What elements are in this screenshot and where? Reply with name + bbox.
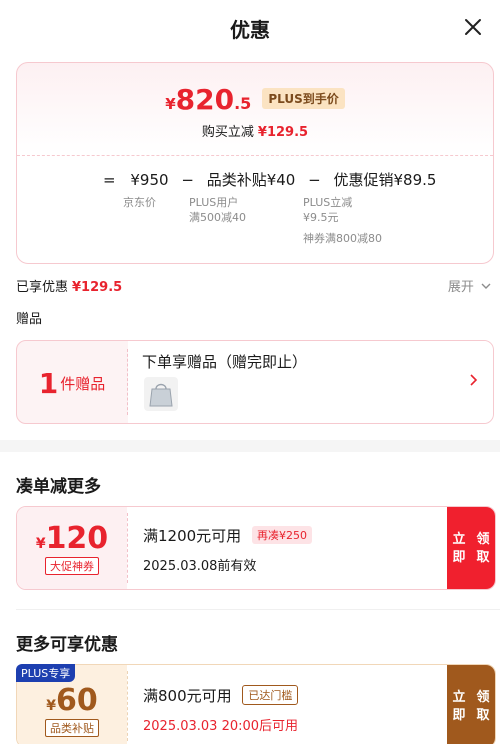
item2-sub-line1: PLUS用户 <box>189 196 239 209</box>
coupon-120-badge: 再凑¥250 <box>251 526 312 544</box>
final-price-currency: ¥ <box>165 95 176 113</box>
coupon-120-condition-text: 满1200元可用 <box>143 527 242 545</box>
coupon-card-120: ¥120 大促神券 满1200元可用 再凑¥250 2025.03.08前有效 … <box>16 506 496 590</box>
item3-sub-line2: ¥9.5元 <box>303 211 339 224</box>
section-divider <box>16 609 500 610</box>
coupon-120-condition: 满1200元可用 再凑¥250 <box>143 525 312 546</box>
formula-minus-1: − <box>181 171 194 189</box>
instant-discount-value: ¥129.5 <box>257 125 309 140</box>
item2-sub-line2: 满500减40 <box>189 211 246 224</box>
formula-equals: = <box>103 171 116 189</box>
coupon-60-value: 60 <box>56 683 98 718</box>
formula-item3: 优惠促销¥89.5 <box>333 169 436 190</box>
plus-exclusive-tag: PLUS专享 <box>16 664 76 682</box>
price-breakdown-card: ¥820.5 PLUS到手价 购买立减 ¥129.5 = ¥950 − 品类补贴¥… <box>16 62 494 264</box>
formula-item2-value: ¥40 <box>266 171 296 189</box>
gift-card[interactable]: 1 件赠品 下单享赠品（赠完即止） <box>16 340 494 424</box>
coupon-120-divider <box>127 513 128 583</box>
coupon-60-amount: ¥60 <box>17 683 127 718</box>
instant-discount-row: 购买立减 ¥129.5 <box>17 121 493 140</box>
plus-price-badge: PLUS到手价 <box>262 88 345 109</box>
gift-bag-thumbnail <box>144 377 178 411</box>
dashed-divider <box>17 155 493 156</box>
formula-item3-label: 优惠促销 <box>333 171 394 189</box>
gift-section-label: 赠品 <box>16 312 43 327</box>
coupon-120-date: 2025.03.08前有效 <box>143 559 257 574</box>
panel-header: 优惠 <box>0 0 500 56</box>
claim-button-120[interactable]: 立即 领取 <box>447 507 495 589</box>
close-icon[interactable] <box>460 14 486 40</box>
gift-count-unit: 件赠品 <box>60 374 106 393</box>
coupon-120-tag: 大促神券 <box>45 557 99 575</box>
item2-sub: PLUS用户 满500减40 <box>189 195 246 225</box>
final-price-decimal: .5 <box>234 94 252 113</box>
expand-toggle[interactable]: 展开 <box>448 276 492 295</box>
coupon-60-condition-text: 满800元可用 <box>143 687 232 705</box>
coupon-60-currency: ¥ <box>46 698 56 714</box>
final-price-row: ¥820.5 PLUS到手价 <box>17 83 493 116</box>
item3-sub: PLUS立减 ¥9.5元 神券满800减80 <box>303 195 382 246</box>
instant-discount-label: 购买立减 <box>201 125 254 140</box>
gift-title: 下单享赠品（赠完即止） <box>142 353 308 371</box>
expand-label: 展开 <box>447 280 474 295</box>
coupon-60-divider <box>127 671 128 741</box>
formula-base-price: ¥950 <box>130 171 169 189</box>
item3-sub-line3: 神券满800减80 <box>303 232 382 245</box>
base-price-label: 京东价 <box>123 196 156 209</box>
formula-item2: 品类补贴¥40 <box>207 169 296 190</box>
formula-item3-value: ¥89.5 <box>393 171 437 189</box>
coupon-60-tag: 品类补贴 <box>45 719 99 737</box>
coupon-120-amount: ¥120 <box>17 521 127 556</box>
panel-title: 优惠 <box>230 18 270 42</box>
coupon-120-left: ¥120 大促神券 <box>17 507 127 589</box>
enjoyed-value: ¥129.5 <box>72 280 123 295</box>
coupon-120-value: 120 <box>45 521 109 556</box>
gift-detail: 下单享赠品（赠完即止） <box>128 341 493 423</box>
price-formula: = ¥950 − 品类补贴¥40 − 优惠促销¥89.5 <box>103 169 444 190</box>
gift-count: 1 件赠品 <box>17 341 127 423</box>
item3-sub-line1: PLUS立减 <box>303 196 353 209</box>
final-price-integer: 820 <box>175 83 235 116</box>
enjoyed-label: 已享优惠 <box>16 280 69 295</box>
section-title-more-savings: 凑单减更多 <box>16 477 101 497</box>
tote-bag-icon <box>149 383 173 407</box>
coupon-60-condition: 满800元可用 已达门槛 <box>143 685 299 706</box>
coupon-60-date: 2025.03.03 20:00后可用 <box>143 719 299 734</box>
coupon-60-badge: 已达门槛 <box>242 685 299 705</box>
coupon-card-60: ¥60 品类补贴 满800元可用 已达门槛 2025.03.03 20:00后可… <box>16 664 496 744</box>
coupon-panel: 优惠 ¥820.5 PLUS到手价 购买立减 ¥129.5 = ¥950 − 品类… <box>0 0 500 744</box>
gift-count-number: 1 <box>38 366 59 400</box>
enjoyed-discount: 已享优惠 ¥129.5 <box>16 276 122 295</box>
section-gap <box>0 440 500 452</box>
chevron-right-icon <box>470 374 478 386</box>
formula-item2-label: 品类补贴 <box>206 171 267 189</box>
coupon-120-currency: ¥ <box>35 536 46 552</box>
formula-minus-2: − <box>308 171 321 189</box>
chevron-down-icon <box>481 283 491 289</box>
claim-button-60[interactable]: 立即 领取 <box>447 665 495 744</box>
section-title-more-offers: 更多可享优惠 <box>16 635 118 655</box>
